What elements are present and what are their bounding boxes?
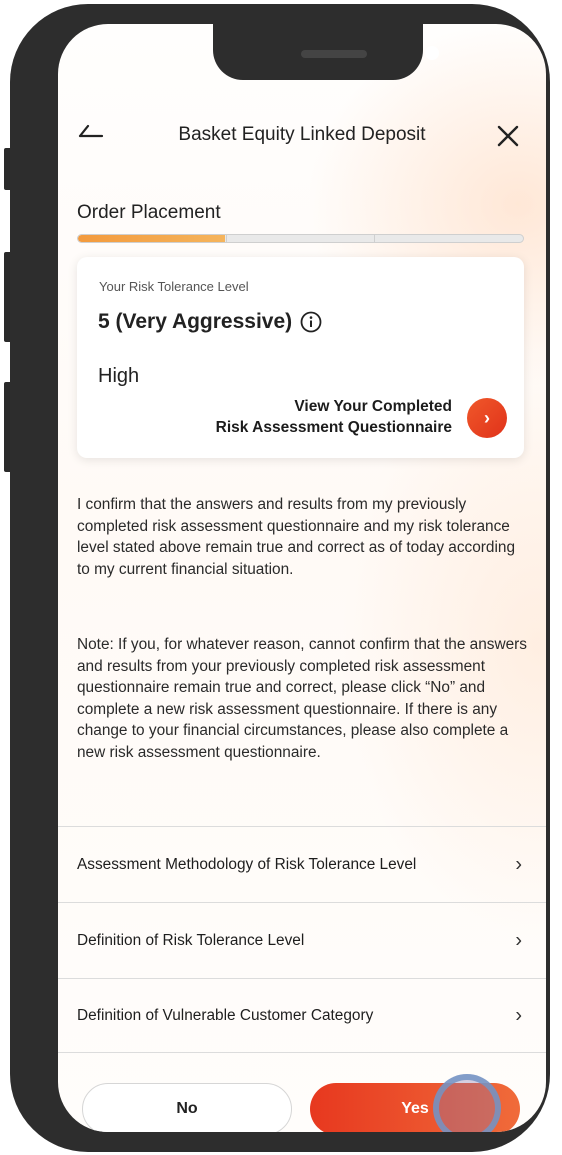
section-title: Order Placement: [77, 202, 221, 223]
progress-fill: [78, 235, 225, 242]
link-definition-vulnerable-customer[interactable]: Definition of Vulnerable Customer Catego…: [58, 978, 546, 1053]
phone-frame: Basket Equity Linked Deposit Order Place…: [10, 4, 550, 1152]
phone-notch: [213, 24, 439, 80]
info-links-list: Assessment Methodology of Risk Tolerance…: [58, 826, 546, 1053]
info-icon[interactable]: [300, 311, 322, 333]
risk-tolerance-level: 5 (Very Aggressive): [98, 310, 322, 334]
risk-tolerance-card: Your Risk Tolerance Level 5 (Very Aggres…: [77, 257, 524, 458]
risk-tolerance-label: Your Risk Tolerance Level: [99, 279, 249, 294]
risk-value: High: [98, 365, 140, 387]
progress-segment-divider: [374, 235, 376, 242]
chevron-right-icon: ›: [515, 929, 522, 951]
link-assessment-methodology[interactable]: Assessment Methodology of Risk Tolerance…: [58, 826, 546, 902]
progress-bar: [77, 234, 524, 243]
close-button[interactable]: [490, 118, 526, 154]
speaker-grill: [301, 50, 367, 58]
link-label: Assessment Methodology of Risk Tolerance…: [77, 856, 417, 873]
phone-screen: Basket Equity Linked Deposit Order Place…: [58, 24, 546, 1132]
view-link-line-1: View Your Completed: [294, 398, 452, 415]
camera-dot: [425, 46, 439, 60]
link-label: Definition of Vulnerable Customer Catego…: [77, 1007, 374, 1024]
risk-level-text: 5 (Very Aggressive): [98, 310, 293, 333]
view-questionnaire-link[interactable]: View Your Completed Risk Assessment Ques…: [216, 396, 452, 438]
note-statement: Note: If you, for whatever reason, canno…: [77, 636, 527, 761]
confirmation-statement: I confirm that the answers and results f…: [77, 496, 516, 578]
chevron-right-icon: ›: [515, 1004, 522, 1026]
link-definition-risk-tolerance[interactable]: Definition of Risk Tolerance Level ›: [58, 902, 546, 978]
view-questionnaire-arrow-button[interactable]: ›: [467, 398, 507, 438]
header: Basket Equity Linked Deposit: [58, 110, 546, 160]
link-label: Definition of Risk Tolerance Level: [77, 932, 305, 949]
progress-segment-divider: [226, 235, 228, 242]
chevron-right-icon: ›: [484, 407, 490, 428]
view-link-line-2: Risk Assessment Questionnaire: [215, 419, 452, 436]
chevron-right-icon: ›: [515, 853, 522, 875]
no-button[interactable]: No: [82, 1083, 292, 1132]
page-title: Basket Equity Linked Deposit: [178, 124, 426, 145]
close-icon: [497, 125, 519, 147]
